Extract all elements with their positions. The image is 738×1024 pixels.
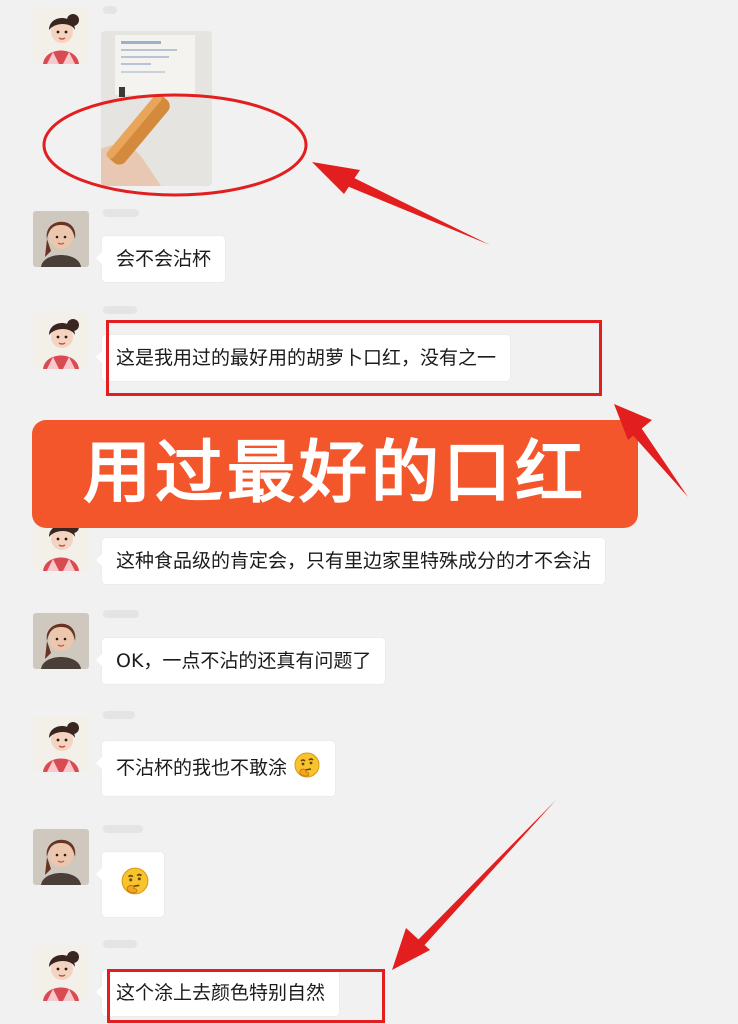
sender-name (103, 306, 137, 314)
message-bubble[interactable]: 不沾杯的我也不敢涂 (95, 741, 336, 796)
arrow-icon (392, 800, 556, 970)
avatar-female[interactable] (33, 716, 89, 772)
arrow-icon (312, 162, 490, 245)
sender-name (103, 6, 117, 14)
sender-name (103, 209, 139, 217)
message-bubble[interactable]: 这是我用过的最好用的胡萝卜口红，没有之一 (95, 335, 511, 381)
message-bubble[interactable]: 会不会沾杯 (95, 236, 226, 282)
message-bubble[interactable]: OK，一点不沾的还真有问题了 (95, 638, 386, 684)
message-image-lipstick[interactable] (101, 31, 212, 186)
sender-name (103, 711, 135, 719)
message-bubble[interactable]: 这种食品级的肯定会，只有里边家里特殊成分的才不会沾 (95, 538, 606, 584)
message-text: 不沾杯的我也不敢涂 (116, 757, 288, 779)
sender-name (103, 825, 143, 833)
message-bubble-emoji[interactable] (96, 852, 164, 917)
thinking-face-icon (293, 751, 321, 786)
avatar-male[interactable] (33, 211, 89, 267)
avatar-male[interactable] (33, 829, 89, 885)
chat-screenshot: 会不会沾杯 这是我用过的最好用的胡萝卜口红，没有之一 这种食品级的肯定会，只有里… (0, 0, 738, 1024)
headline-banner: 用过最好的口红 (32, 420, 638, 528)
sender-name (103, 610, 139, 618)
avatar-female[interactable] (33, 313, 89, 369)
avatar-female[interactable] (33, 945, 89, 1001)
avatar-male[interactable] (33, 613, 89, 669)
avatar-female[interactable] (33, 8, 89, 64)
message-bubble[interactable]: 这个涂上去颜色特别自然 (95, 970, 340, 1016)
sender-name (103, 940, 137, 948)
thinking-face-icon (120, 866, 150, 903)
